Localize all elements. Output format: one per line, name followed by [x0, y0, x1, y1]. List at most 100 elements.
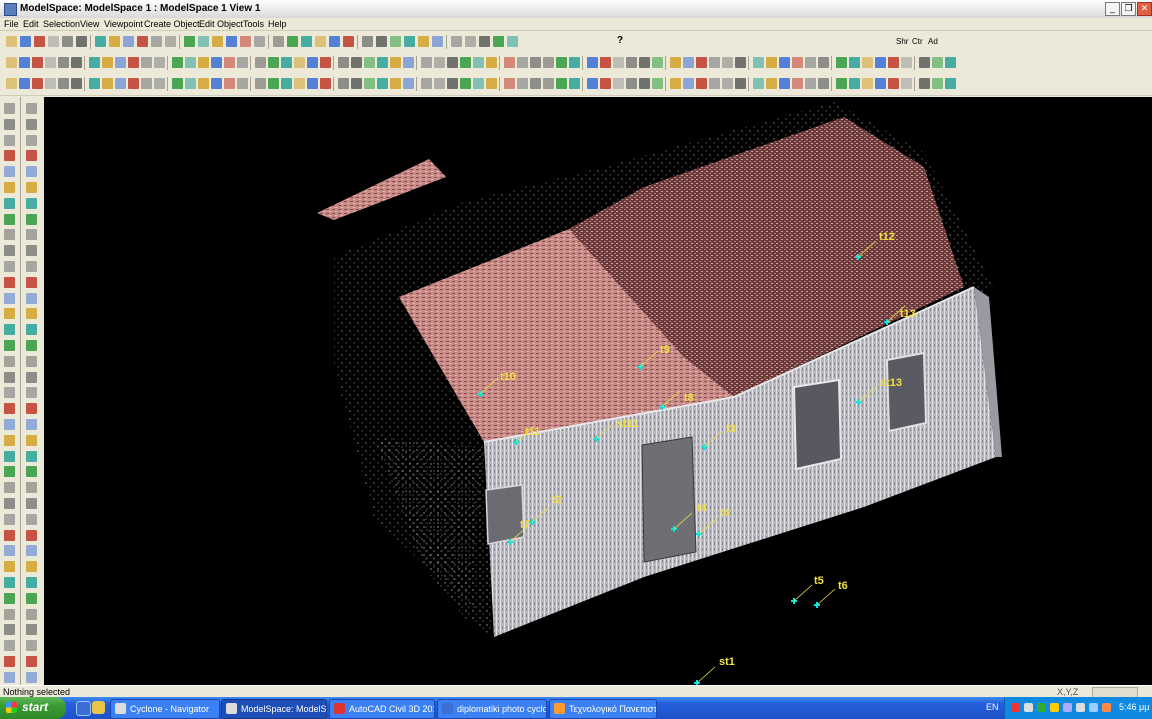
toolbar-button-icon[interactable]	[543, 57, 554, 68]
target-label-st1[interactable]: st1	[719, 656, 735, 668]
tool-button-icon[interactable]	[4, 624, 15, 636]
toolbar-button-icon[interactable]	[76, 36, 87, 47]
toolbar-button-icon[interactable]	[587, 78, 598, 89]
toolbar-button-icon[interactable]	[154, 78, 165, 89]
toolbar-button-icon[interactable]	[240, 36, 251, 47]
toolbar-button-icon[interactable]	[172, 78, 183, 89]
tool-button-icon[interactable]	[4, 671, 15, 683]
toolbar-button-icon[interactable]	[670, 78, 681, 89]
toolbar-button-icon[interactable]	[460, 78, 471, 89]
toolbar-button-icon[interactable]	[172, 57, 183, 68]
toolbar-button-icon[interactable]	[766, 57, 777, 68]
toolbar-button-icon[interactable]	[255, 78, 266, 89]
start-button[interactable]: start	[0, 697, 66, 719]
toolbar-button-icon[interactable]	[652, 78, 663, 89]
tool-button-icon[interactable]	[26, 324, 37, 336]
tool-button-icon[interactable]	[26, 592, 37, 604]
close-button[interactable]: ✕	[1137, 2, 1152, 16]
toolbar-button-icon[interactable]	[517, 78, 528, 89]
toolbar-button-icon[interactable]	[6, 57, 17, 68]
toolbar-button-icon[interactable]	[254, 36, 265, 47]
target-label-t8[interactable]: t8	[684, 392, 694, 404]
target-label-t6[interactable]: t6	[838, 580, 848, 592]
tool-button-icon[interactable]	[26, 308, 37, 320]
target-label-t13[interactable]: t13	[900, 308, 916, 320]
tool-button-icon[interactable]	[4, 355, 15, 367]
toolbar-button-icon[interactable]	[315, 36, 326, 47]
tool-button-icon[interactable]	[4, 340, 15, 351]
tool-button-icon[interactable]	[4, 245, 15, 257]
toolbar-button-icon[interactable]	[683, 57, 694, 68]
toolbar-button-icon[interactable]	[766, 78, 777, 89]
tool-button-icon[interactable]	[4, 608, 15, 620]
toolbar-button-icon[interactable]	[875, 78, 886, 89]
toolbar-button-icon[interactable]	[377, 57, 388, 68]
toolbar-button-icon[interactable]	[587, 57, 598, 68]
toolbar-button-icon[interactable]	[404, 36, 415, 47]
toolbar-button-icon[interactable]	[237, 78, 248, 89]
toolbar-button-icon[interactable]	[226, 36, 237, 47]
toolbar-button-icon[interactable]	[268, 57, 279, 68]
tool-button-icon[interactable]	[26, 545, 37, 557]
tool-button-icon[interactable]	[26, 624, 37, 636]
toolbar-button-icon[interactable]	[753, 78, 764, 89]
volume-icon[interactable]	[1076, 703, 1085, 712]
tool-button-icon[interactable]	[26, 529, 37, 541]
toolbar-button-icon[interactable]	[875, 57, 886, 68]
tool-button-icon[interactable]	[26, 419, 37, 430]
toolbar-button-icon[interactable]	[6, 78, 17, 89]
tool-button-icon[interactable]	[4, 656, 15, 667]
toolbar-button-icon[interactable]	[109, 36, 120, 47]
toolbar-button-icon[interactable]	[237, 57, 248, 68]
task-browser[interactable]: Τεχνολογικό Πανεπιστ...	[549, 699, 657, 719]
toolbar-button-icon[interactable]	[128, 57, 139, 68]
toolbar-button-icon[interactable]	[613, 57, 624, 68]
tool-button-icon[interactable]	[26, 103, 37, 114]
toolbar-button-icon[interactable]	[530, 57, 541, 68]
toolbar-button-icon[interactable]	[945, 78, 956, 89]
toolbar-button-icon[interactable]	[805, 57, 816, 68]
toolbar-button-icon[interactable]	[670, 57, 681, 68]
toolbar-button-icon[interactable]	[735, 78, 746, 89]
toolbar-button-icon[interactable]	[421, 78, 432, 89]
tool-button-icon[interactable]	[26, 213, 37, 225]
tool-button-icon[interactable]	[4, 292, 15, 304]
toolbar-button-icon[interactable]	[569, 78, 580, 89]
target-label-t4-lower[interactable]: t4	[720, 507, 730, 519]
task-word-document[interactable]: diplomatiki photo cyclo...	[437, 699, 547, 719]
toolbar-button-icon[interactable]	[377, 78, 388, 89]
tool-button-icon[interactable]	[4, 150, 15, 162]
toolbar-button-icon[interactable]	[460, 57, 471, 68]
toolbar-button-icon[interactable]	[556, 78, 567, 89]
toolbar-button-icon[interactable]	[364, 57, 375, 68]
toolbar-button-icon[interactable]	[364, 78, 375, 89]
target-label-st13[interactable]: st13	[880, 377, 902, 389]
target-label-t9[interactable]: t9	[660, 344, 670, 356]
toolbar-button-icon[interactable]	[268, 78, 279, 89]
tool-button-icon[interactable]	[4, 419, 15, 430]
target-label-t7[interactable]: t7	[520, 519, 530, 531]
toolbar-button-icon[interactable]	[198, 57, 209, 68]
toolbar-button-icon[interactable]	[32, 57, 43, 68]
tool-button-icon[interactable]	[4, 577, 15, 588]
toolbar-button-icon[interactable]	[294, 57, 305, 68]
toolbar-button-icon[interactable]	[753, 57, 764, 68]
toolbar-button-icon[interactable]	[62, 36, 73, 47]
tool-button-icon[interactable]	[4, 640, 15, 652]
toolbar-button-icon[interactable]	[281, 57, 292, 68]
tool-button-icon[interactable]	[26, 434, 37, 446]
toolbar-button-icon[interactable]	[836, 78, 847, 89]
tool-button-icon[interactable]	[4, 434, 15, 446]
toolbar-button-icon[interactable]	[507, 36, 518, 47]
toolbar-button-icon[interactable]	[779, 57, 790, 68]
tool-button-icon[interactable]	[26, 197, 37, 209]
toolbar-button-icon[interactable]	[390, 57, 401, 68]
toolbar-button-icon[interactable]	[320, 78, 331, 89]
target-label-t12[interactable]: t12	[879, 231, 895, 243]
toolbar-button-icon[interactable]	[338, 78, 349, 89]
toolbar-button-icon[interactable]	[556, 57, 567, 68]
toolbar-button-icon[interactable]	[932, 78, 943, 89]
tool-button-icon[interactable]	[4, 371, 15, 383]
toolbar-button-icon[interactable]	[329, 36, 340, 47]
tool-button-icon[interactable]	[4, 324, 15, 336]
